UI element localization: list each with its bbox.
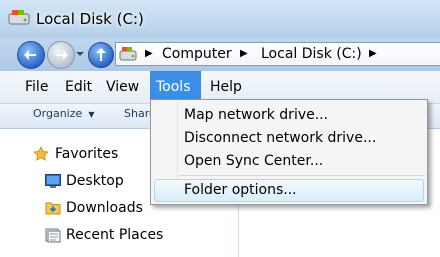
nav-item-recent-places[interactable]: Recent Places bbox=[66, 227, 163, 243]
menu-item-map-network-drive[interactable]: Map network drive... bbox=[184, 107, 328, 123]
address-bar[interactable]: ▶ Computer ▶ Local Disk (C:) ▶ bbox=[115, 42, 440, 66]
forward-button[interactable] bbox=[47, 41, 75, 69]
menu-item-disconnect-network-drive[interactable]: Disconnect network drive... bbox=[184, 130, 376, 146]
drive-icon bbox=[8, 10, 30, 25]
nav-item-desktop[interactable]: Desktop bbox=[66, 173, 124, 189]
title-bar[interactable]: Local Disk (C:) bbox=[0, 0, 440, 38]
downloads-folder-icon bbox=[45, 202, 61, 215]
menu-item-folder-options[interactable]: Folder options... bbox=[184, 182, 297, 198]
organize-label: Organize bbox=[33, 107, 83, 120]
menu-edit[interactable]: Edit bbox=[59, 71, 98, 103]
tools-dropdown-menu: Map network drive... Disconnect network … bbox=[150, 99, 428, 205]
window-title: Local Disk (C:) bbox=[36, 10, 144, 28]
arrow-up-icon bbox=[96, 48, 106, 61]
explorer-window: Local Disk (C:) ▶ Computer ▶ Local Disk … bbox=[0, 0, 440, 257]
navigation-toolbar: ▶ Computer ▶ Local Disk (C:) ▶ bbox=[0, 38, 440, 71]
star-icon bbox=[33, 146, 49, 161]
breadcrumb-computer[interactable]: Computer bbox=[162, 46, 232, 62]
chevron-right-icon[interactable]: ▶ bbox=[240, 48, 248, 59]
menu-file[interactable]: File bbox=[19, 71, 54, 103]
back-button[interactable] bbox=[17, 41, 45, 69]
recent-places-icon bbox=[45, 228, 61, 243]
menu-view[interactable]: View bbox=[100, 71, 145, 103]
chevron-right-icon[interactable]: ▶ bbox=[145, 48, 153, 59]
arrow-right-icon bbox=[56, 50, 68, 60]
drive-icon bbox=[119, 47, 137, 61]
desktop-icon bbox=[45, 174, 61, 188]
organize-button[interactable]: Organize ▼ bbox=[33, 107, 94, 120]
menu-item-open-sync-center[interactable]: Open Sync Center... bbox=[184, 153, 323, 169]
nav-favorites[interactable]: Favorites bbox=[55, 146, 118, 162]
dropdown-arrow-icon: ▼ bbox=[85, 110, 95, 119]
arrow-left-icon bbox=[24, 50, 36, 60]
recent-pages-button[interactable] bbox=[76, 50, 84, 58]
up-button[interactable] bbox=[88, 42, 114, 68]
breadcrumb-local-disk[interactable]: Local Disk (C:) bbox=[261, 46, 362, 62]
nav-item-downloads[interactable]: Downloads bbox=[66, 200, 143, 216]
menu-separator bbox=[179, 175, 425, 176]
chevron-right-icon[interactable]: ▶ bbox=[369, 48, 377, 59]
